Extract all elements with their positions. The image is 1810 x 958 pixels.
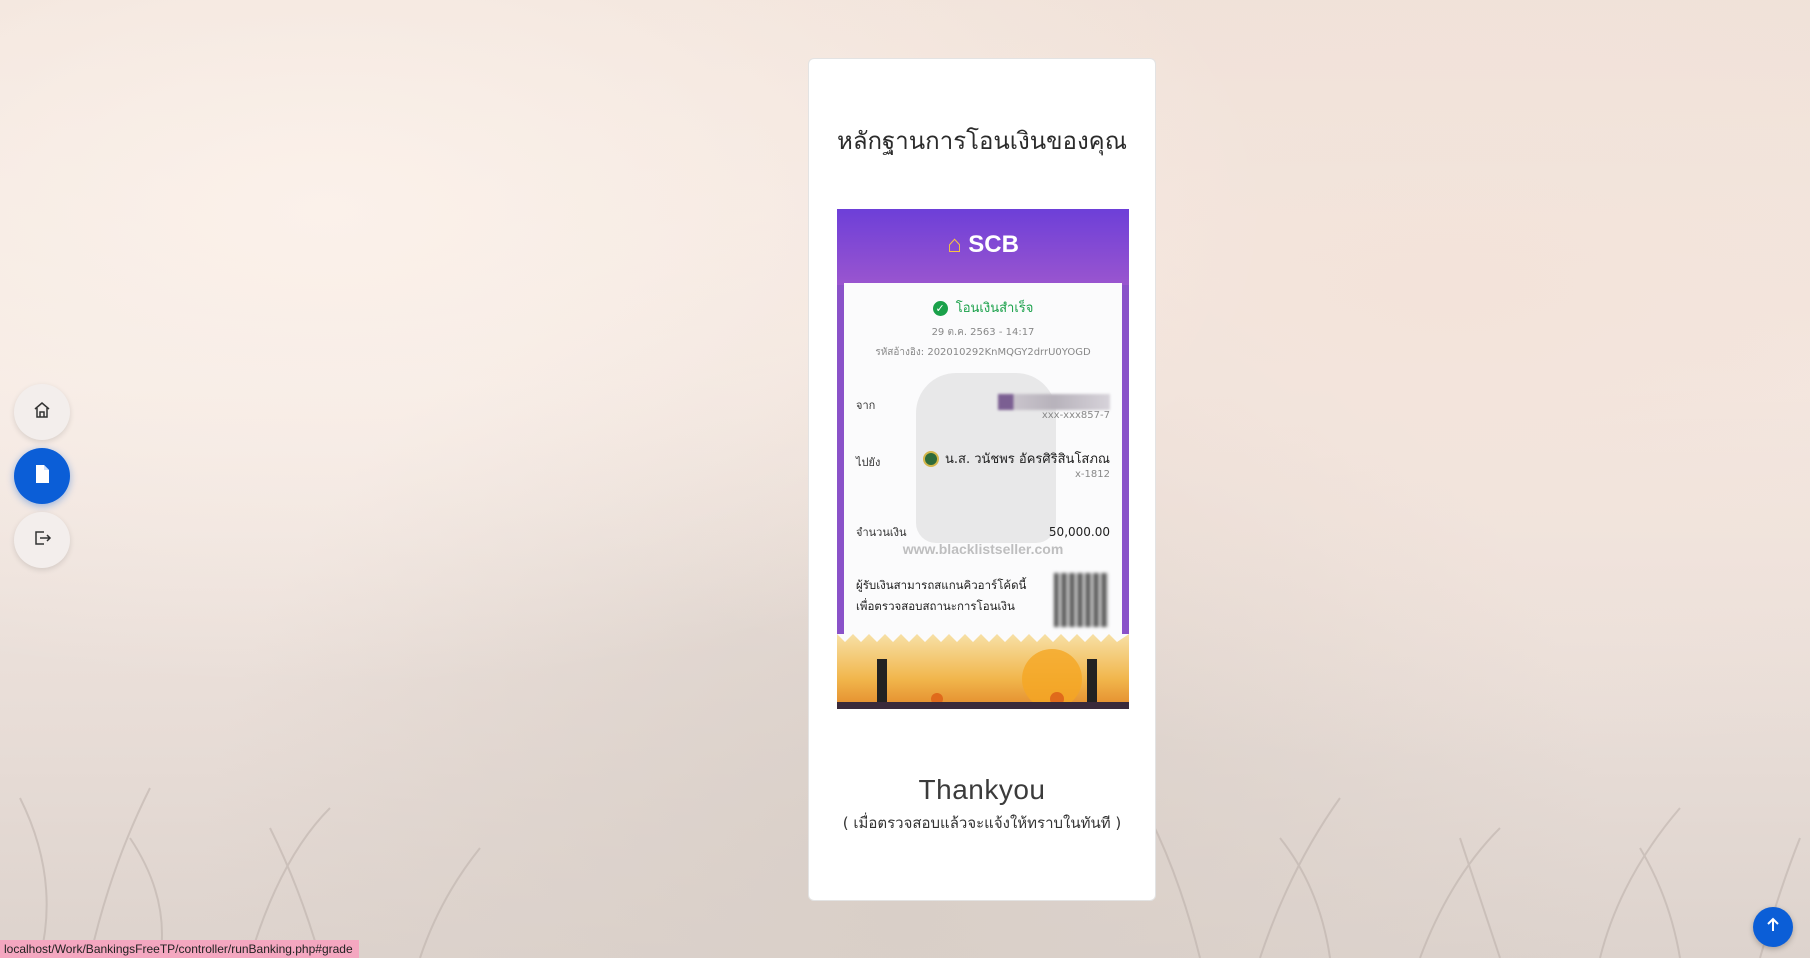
amount-value: 50,000.00 — [1048, 525, 1110, 539]
scb-emblem-icon: ⌂ — [947, 231, 962, 258]
home-icon — [32, 400, 52, 424]
scroll-to-top-button[interactable] — [1753, 907, 1793, 947]
halloween-illustration — [837, 634, 1129, 709]
watermark-text: www.blacklistseller.com — [902, 541, 1064, 557]
amount-label: จำนวนเงิน — [856, 526, 907, 539]
thank-you-heading: Thankyou — [918, 774, 1046, 805]
to-account: x-1812 — [1075, 469, 1110, 480]
arrow-up-icon — [1765, 917, 1781, 937]
document-button[interactable] — [14, 448, 70, 504]
slip-datetime: 29 ต.ค. 2563 - 14:17 — [931, 327, 1035, 338]
blurred-sender-name — [998, 393, 1110, 410]
transfer-proof-card: หลักฐานการโอนเงินของคุณ ⌂ SCB ✓ โอนเงินส… — [808, 58, 1156, 901]
check-icon: ✓ — [932, 301, 948, 316]
to-label: ไปยัง — [856, 456, 881, 469]
thank-you-subtitle: ( เมื่อตรวจสอบแล้วจะแจ้งให้ทราบในทันที ) — [842, 814, 1122, 832]
to-block: น.ส. วนัชพร อัครศิริสินโสภณ x-1812 — [922, 448, 1110, 480]
logout-button[interactable] — [14, 512, 70, 568]
home-button[interactable] — [14, 384, 70, 440]
bank-emblem-icon — [922, 450, 939, 467]
slip-header: ⌂ SCB — [837, 209, 1129, 285]
browser-status-url: localhost/Work/BankingsFreeTP/controller… — [0, 940, 359, 958]
document-icon — [33, 464, 51, 488]
qr-code — [1054, 573, 1108, 627]
scb-logo: ⌂ SCB — [947, 231, 1019, 258]
qr-note: ผู้รับเงินสามารถสแกนคิวอาร์โค้ดนี้ เพื่อ… — [856, 578, 1027, 613]
transfer-slip-image: ⌂ SCB ✓ โอนเงินสำเร็จ 29 ต.ค. 2563 - 14:… — [837, 209, 1129, 709]
slip-reference: รหัสอ้างอิง: 202010292KnMQGY2drrU0YOGD — [875, 347, 1091, 358]
from-label: จาก — [856, 399, 876, 412]
card-title: หลักฐานการโอนเงินของคุณ — [837, 127, 1127, 155]
halloween-scene-icon — [837, 634, 1129, 709]
from-account: xxx-xxx857-7 — [1041, 410, 1110, 421]
slip-paper: ✓ โอนเงินสำเร็จ 29 ต.ค. 2563 - 14:17 รหั… — [844, 283, 1122, 653]
logout-icon — [32, 528, 52, 552]
from-block: xxx-xxx857-7 — [998, 391, 1110, 421]
recipient-name: น.ส. วนัชพร อัครศิริสินโสภณ — [944, 452, 1110, 467]
slip-status: ✓ โอนเงินสำเร็จ — [844, 297, 1122, 318]
sidebar — [14, 384, 70, 576]
